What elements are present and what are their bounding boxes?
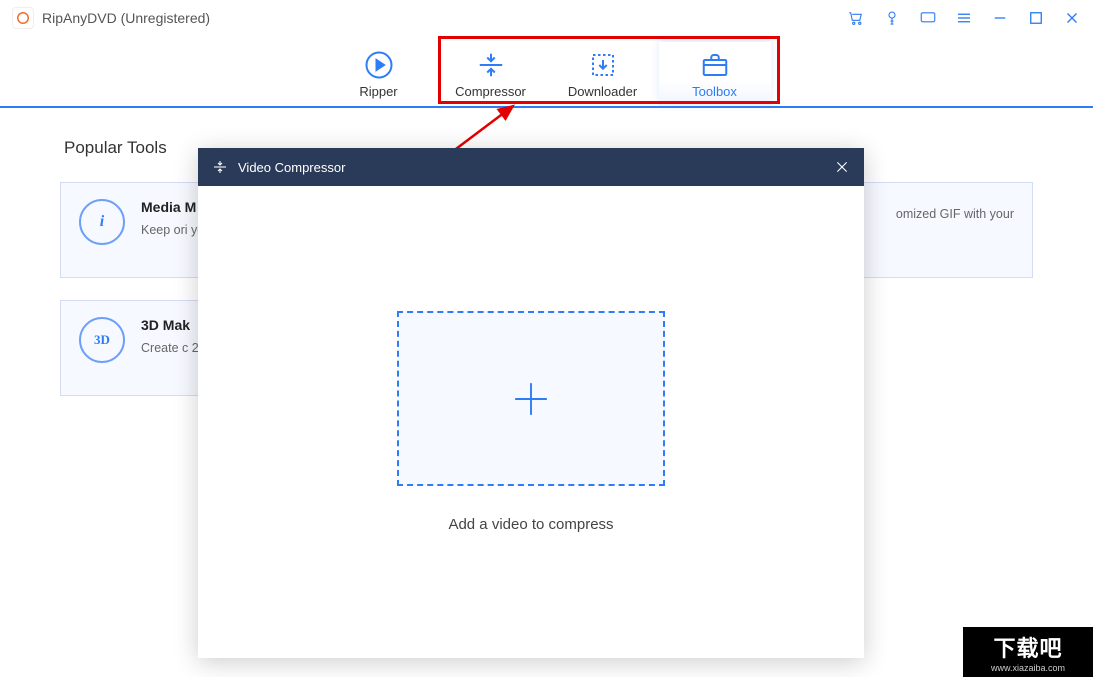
tab-ripper[interactable]: Ripper (323, 42, 435, 106)
modal-close-button[interactable] (834, 159, 850, 175)
cart-icon[interactable] (847, 9, 865, 27)
watermark-text: 下载吧 (993, 631, 1062, 663)
tab-toolbox[interactable]: Toolbox (659, 42, 771, 106)
tab-compressor[interactable]: Compressor (435, 42, 547, 106)
app-title: RipAnyDVD (Unregistered) (42, 10, 210, 26)
menu-icon[interactable] (955, 9, 973, 27)
ripper-icon (364, 50, 394, 80)
info-icon: i (79, 199, 125, 245)
dropzone-label: Add a video to compress (448, 516, 613, 533)
modal-header-left: Video Compressor (212, 159, 345, 175)
tab-downloader-label: Downloader (568, 84, 637, 99)
modal-title: Video Compressor (238, 160, 345, 175)
watermark: 下载吧 www.xiazaiba.com (963, 627, 1093, 677)
video-compressor-modal: Video Compressor Add a video to compress (198, 148, 864, 658)
chat-icon[interactable] (919, 9, 937, 27)
tab-compressor-label: Compressor (455, 84, 526, 99)
titlebar-right (847, 9, 1081, 27)
toolbox-icon (700, 50, 730, 80)
close-icon[interactable] (1063, 9, 1081, 27)
modal-header: Video Compressor (198, 148, 864, 186)
minimize-icon[interactable] (991, 9, 1009, 27)
key-icon[interactable] (883, 9, 901, 27)
maximize-icon[interactable] (1027, 9, 1045, 27)
three-d-icon: 3D (79, 317, 125, 363)
app-logo (12, 7, 34, 29)
tab-toolbox-label: Toolbox (692, 84, 737, 99)
compress-icon (212, 159, 228, 175)
watermark-url: www.xiazaiba.com (991, 663, 1065, 673)
downloader-icon (588, 50, 618, 80)
plus-icon (512, 380, 550, 418)
tab-ripper-label: Ripper (359, 84, 397, 99)
titlebar: RipAnyDVD (Unregistered) (0, 0, 1093, 36)
modal-body: Add a video to compress (198, 186, 864, 658)
main-tabs: Ripper Compressor Downloader Toolbox (0, 36, 1093, 108)
titlebar-left: RipAnyDVD (Unregistered) (12, 7, 210, 29)
add-video-dropzone[interactable] (397, 311, 665, 486)
tab-downloader[interactable]: Downloader (547, 42, 659, 106)
compressor-icon (476, 50, 506, 80)
